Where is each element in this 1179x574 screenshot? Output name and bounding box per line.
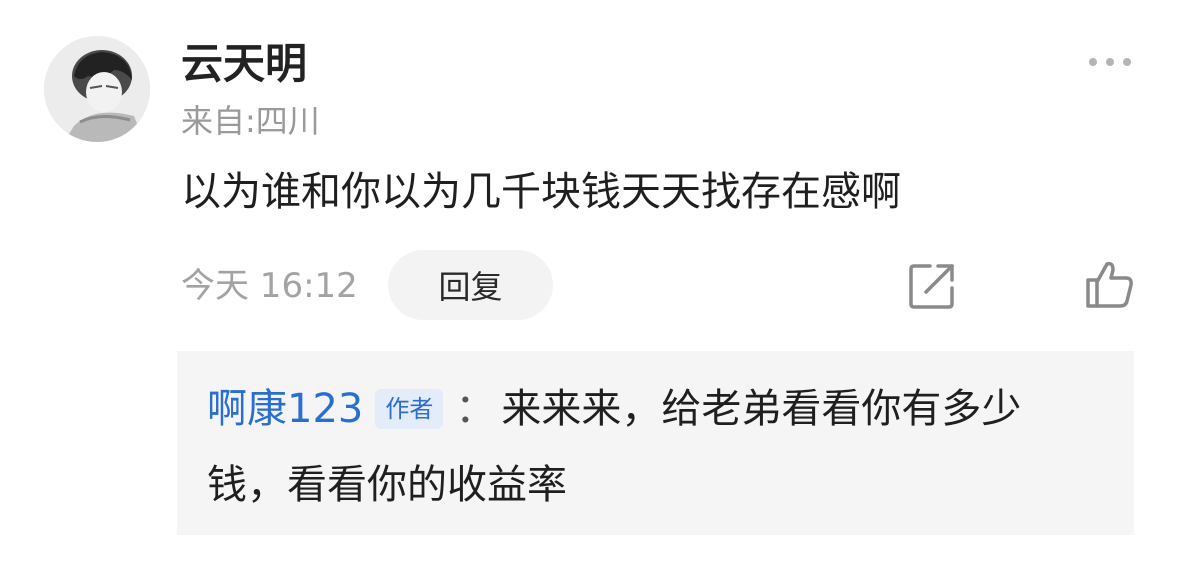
reply-button[interactable]: 回复 [388,250,553,320]
reply-preview[interactable]: 啊康123 作者 ： 来来来，给老弟看看你有多少 钱，看看你的收益率 [177,351,1134,535]
author-badge: 作者 [375,389,444,429]
reply-colon: ： [455,386,496,432]
reply-line-2: 钱，看看你的收益率 [207,455,567,515]
reply-button-label: 回复 [438,268,503,306]
reply-author-name[interactable]: 啊康123 [207,379,363,439]
username[interactable]: 云天明 [181,34,307,94]
more-dots-icon[interactable] [1085,52,1135,72]
avatar[interactable] [44,36,150,142]
comment-timestamp: 今天 16:12 [181,266,358,306]
user-location: 来自:四川 [181,102,320,140]
comment-text: 以为谁和你以为几千块钱天天找存在感啊 [181,169,901,215]
share-external-icon[interactable] [906,260,958,312]
thumbs-up-icon[interactable] [1082,258,1136,312]
reply-text-line-2: 钱，看看你的收益率 [207,462,567,508]
reply-text-line-1: 来来来，给老弟看看你有多少 [501,386,1022,432]
avatar-portrait-icon [44,36,150,142]
reply-line-1: 啊康123 作者 ： 来来来，给老弟看看你有多少 [207,379,1021,439]
